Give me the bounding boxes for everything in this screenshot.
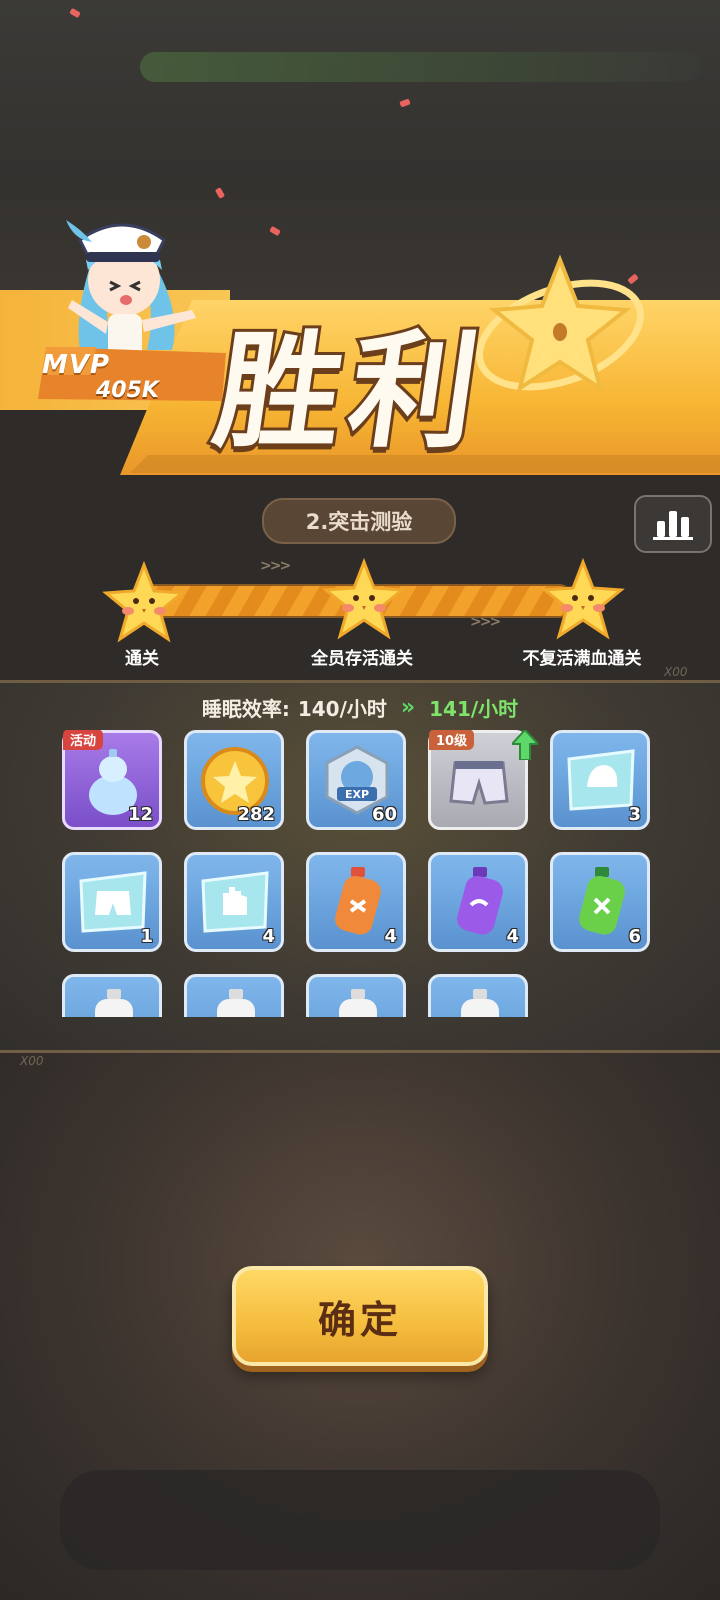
background-hud-bar: [140, 52, 700, 82]
objective-label: 全员存活通关: [311, 649, 413, 669]
objective-label: 通关: [125, 649, 159, 669]
reward-count: 1: [140, 926, 153, 947]
reward-item[interactable]: 4: [184, 852, 284, 952]
victory-title: 胜利: [203, 315, 498, 468]
panel-decoration: X00: [664, 665, 688, 679]
objective-star-icon: [102, 561, 186, 643]
bottle-icon: [339, 989, 377, 1017]
shorts-blueprint-icon: [79, 871, 147, 933]
objective-star-icon: [541, 558, 625, 640]
level-name: 2.突击测验: [262, 498, 456, 544]
panel-decoration: X00: [20, 1054, 44, 1068]
reward-item[interactable]: [184, 974, 284, 1017]
reward-count: 60: [371, 804, 397, 825]
bar-chart-icon: [653, 511, 693, 540]
reward-item[interactable]: [428, 974, 528, 1017]
objective-label: 不复活满血通关: [522, 649, 642, 669]
glove-blueprint-icon: [201, 871, 269, 933]
bottle-icon: [95, 989, 133, 1017]
reward-item[interactable]: 282: [184, 730, 284, 830]
reward-item[interactable]: [306, 974, 406, 1017]
progress-chevrons: >>>: [260, 558, 291, 574]
purple-bottle-icon: [457, 867, 503, 935]
reward-grid[interactable]: 活动 12 282 EXP 60 10级 3 1 4 4 4 6: [0, 730, 720, 1017]
mvp-score: 405K: [96, 378, 159, 403]
background-bottom-bar: [60, 1470, 660, 1570]
sleep-efficiency: 睡眠效率: 140/小时 » 141/小时: [0, 690, 720, 724]
bottle-icon: [217, 989, 255, 1017]
reward-tag: 10级: [429, 730, 475, 750]
confirm-button[interactable]: 确定: [232, 1266, 488, 1366]
mvp-label: MVP: [42, 350, 111, 380]
svg-text:EXP: EXP: [345, 788, 369, 801]
reward-count: 6: [628, 926, 641, 947]
helmet-blueprint-icon: [567, 749, 635, 811]
upgrade-arrow-icon: [512, 730, 538, 760]
reward-count: 12: [127, 804, 153, 825]
reward-item[interactable]: 4: [428, 852, 528, 952]
sleep-efficiency-new: 141/小时: [429, 696, 519, 721]
panel-divider-bottom: [0, 1050, 720, 1053]
shorts-icon: [449, 761, 509, 805]
double-arrow-icon: »: [400, 694, 416, 720]
stats-button[interactable]: [634, 495, 712, 553]
star-mascot-icon: [476, 254, 644, 393]
green-bottle-icon: [579, 867, 625, 935]
reward-count: 4: [506, 926, 519, 947]
reward-item[interactable]: 3: [550, 730, 650, 830]
reward-count: 4: [262, 926, 275, 947]
sleep-efficiency-label: 睡眠效率:: [201, 696, 290, 721]
reward-item[interactable]: EXP 60: [306, 730, 406, 830]
reward-item[interactable]: [62, 974, 162, 1017]
reward-count: 282: [237, 804, 275, 825]
reward-item[interactable]: 4: [306, 852, 406, 952]
sleep-efficiency-old: 140/小时: [297, 696, 387, 721]
orange-bottle-icon: [335, 867, 381, 935]
bottle-icon: [461, 989, 499, 1017]
reward-count: 4: [384, 926, 397, 947]
reward-item[interactable]: 活动 12: [62, 730, 162, 830]
reward-tag: 活动: [63, 730, 104, 750]
objective-star-icon: [322, 558, 406, 640]
reward-item[interactable]: 1: [62, 852, 162, 952]
reward-item[interactable]: 6: [550, 852, 650, 952]
reward-count: 3: [628, 804, 641, 825]
panel-divider-top: [0, 680, 720, 683]
